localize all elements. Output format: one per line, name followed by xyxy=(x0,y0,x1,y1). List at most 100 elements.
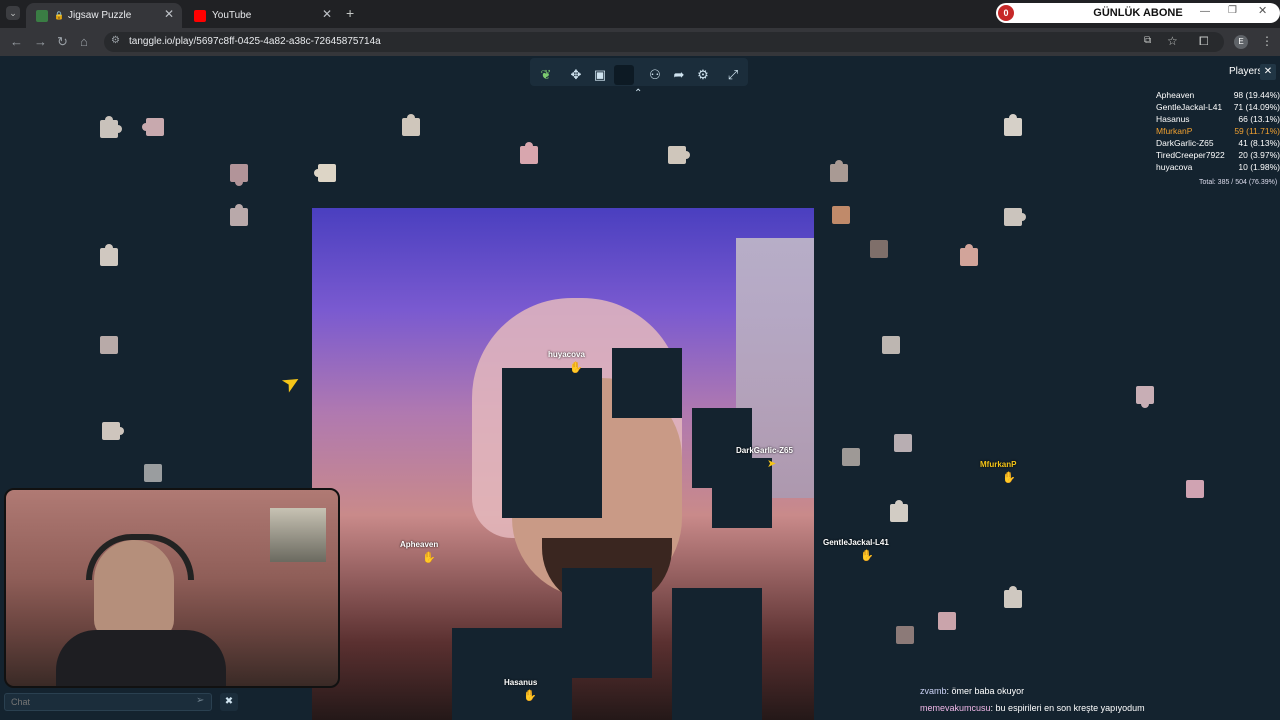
jigsaw-favicon-icon xyxy=(36,9,48,22)
bookmark-star-icon[interactable]: ☆ xyxy=(1167,34,1178,48)
image-icon[interactable]: ▣ xyxy=(590,65,610,85)
close-tab-icon[interactable]: ✕ xyxy=(322,7,332,21)
missing-pieces xyxy=(502,368,602,518)
tab-list-button[interactable]: ⌄ xyxy=(6,6,20,20)
puzzle-board[interactable] xyxy=(312,208,814,720)
puzzle-piece[interactable] xyxy=(314,160,340,186)
puzzle-piece[interactable] xyxy=(826,160,852,186)
puzzle-piece[interactable] xyxy=(398,114,424,140)
share-icon[interactable]: ➦ xyxy=(669,65,689,85)
puzzle-piece[interactable] xyxy=(96,332,122,358)
url-text: tanggle.io/play/5697c8ff-0425-4a82-a38c-… xyxy=(129,36,381,47)
puzzle-piece[interactable] xyxy=(956,244,982,270)
profile-avatar[interactable]: E xyxy=(1234,35,1248,49)
youtube-favicon-icon xyxy=(194,9,206,22)
missing-pieces xyxy=(452,628,572,720)
player-name: MfurkanP xyxy=(1156,126,1193,136)
missing-pieces xyxy=(562,568,652,678)
restore-icon[interactable]: ❐ xyxy=(1228,5,1237,16)
menu-icon[interactable]: ⋮ xyxy=(1261,34,1273,48)
webcam-shirt xyxy=(56,630,226,686)
puzzle-piece[interactable] xyxy=(878,332,904,358)
puzzle-piece[interactable] xyxy=(226,160,252,186)
player-row: GentleJackal-L41 71 (14.09%) xyxy=(1156,102,1280,112)
puzzle-piece[interactable] xyxy=(886,500,912,526)
hand-cursor-icon: ✋ xyxy=(1002,472,1016,484)
subscriber-label: GÜNLÜK ABONE xyxy=(1093,7,1183,19)
puzzle-piece[interactable] xyxy=(664,142,690,168)
tab-youtube[interactable]: YouTube ✕ xyxy=(184,3,340,28)
player-score: 10 (1.98%) xyxy=(1238,162,1280,172)
puzzle-piece[interactable] xyxy=(96,244,122,270)
puzzle-canvas[interactable]: ❦ ✥ ▣ ⚇ ➦ ⚙ ⤢ ⌃ huyacova ✋ DarkGarlic-Z6… xyxy=(0,56,1280,720)
hand-cursor-icon: ✋ xyxy=(860,550,874,562)
player-row: MfurkanP 59 (11.71%) xyxy=(1156,126,1280,136)
address-bar[interactable]: ⚙ tanggle.io/play/5697c8ff-0425-4a82-a38… xyxy=(104,32,1224,52)
chat-bar: ➢ xyxy=(0,688,216,718)
chat-text: ömer baba okuyor xyxy=(951,686,1025,696)
hand-cursor-icon: ✋ xyxy=(523,690,537,702)
puzzle-piece[interactable] xyxy=(890,430,916,456)
missing-pieces xyxy=(612,348,682,418)
puzzle-piece[interactable] xyxy=(226,204,252,230)
puzzle-piece[interactable] xyxy=(934,608,960,634)
home-icon[interactable]: ⌂ xyxy=(80,34,88,49)
player-score: 71 (14.09%) xyxy=(1233,102,1280,112)
player-score: 41 (8.13%) xyxy=(1238,138,1280,148)
player-row: huyacova 10 (1.98%) xyxy=(1156,162,1280,172)
extensions-icon[interactable]: ⧠ xyxy=(1199,34,1209,49)
puzzle-piece[interactable] xyxy=(98,418,124,444)
game-toolbar: ❦ ✥ ▣ ⚇ ➦ ⚙ ⤢ xyxy=(530,58,748,86)
shuffle-icon[interactable]: ✖ xyxy=(220,693,238,711)
player-score: 20 (3.97%) xyxy=(1238,150,1280,160)
player-name: huyacova xyxy=(1156,162,1193,172)
missing-pieces xyxy=(712,458,772,528)
missing-pieces xyxy=(672,588,762,720)
webcam-inset xyxy=(270,508,326,562)
puzzle-piece[interactable] xyxy=(1182,476,1208,502)
puzzle-piece[interactable] xyxy=(828,202,854,228)
install-app-icon[interactable]: ⧉ xyxy=(1144,35,1151,46)
gear-icon[interactable]: ⚙ xyxy=(693,65,713,85)
player-name: Apheaven xyxy=(1156,90,1195,100)
tab-title: YouTube xyxy=(212,10,252,21)
reload-icon[interactable]: ↻ xyxy=(57,34,68,50)
player-row: Apheaven 98 (19.44%) xyxy=(1156,90,1280,100)
player-row: DarkGarlic-Z65 41 (8.13%) xyxy=(1156,138,1280,148)
puzzle-icon[interactable]: ✥ xyxy=(566,65,586,85)
puzzle-piece[interactable] xyxy=(516,142,542,168)
chat-input[interactable] xyxy=(4,693,212,711)
forward-icon[interactable]: → xyxy=(34,34,47,49)
new-tab-button[interactable]: + xyxy=(346,5,354,21)
site-info-icon[interactable]: ⚙ xyxy=(111,35,120,46)
puzzle-piece[interactable] xyxy=(142,114,168,140)
tab-jigsaw-puzzle[interactable]: 🔒 Jigsaw Puzzle ✕ xyxy=(26,3,182,28)
puzzle-piece[interactable] xyxy=(96,116,122,142)
back-icon[interactable]: ← xyxy=(10,34,23,49)
close-tab-icon[interactable]: ✕ xyxy=(164,7,174,21)
player-name: TiredCreeper7922 xyxy=(1156,150,1225,160)
chat-message: zvamb: ömer baba okuyor xyxy=(920,686,1025,696)
puzzle-piece[interactable] xyxy=(140,460,166,486)
fullscreen-icon[interactable]: ⤢ xyxy=(723,65,743,85)
puzzle-piece[interactable] xyxy=(1000,114,1026,140)
tab-title: Jigsaw Puzzle xyxy=(67,10,132,21)
leaf-logo-icon[interactable]: ❦ xyxy=(536,65,556,85)
close-window-icon[interactable]: ✕ xyxy=(1258,4,1267,17)
square-icon[interactable] xyxy=(614,65,634,85)
users-icon[interactable]: ⚇ xyxy=(645,65,665,85)
puzzle-piece[interactable] xyxy=(1132,382,1158,408)
puzzle-piece[interactable] xyxy=(1000,204,1026,230)
player-row: Hasanus 66 (13.1%) xyxy=(1156,114,1280,124)
players-total: Total: 385 / 504 (76.39%) xyxy=(1199,179,1278,186)
chat-message: memevakumcusu: bu espirileri en son kreş… xyxy=(920,703,1145,713)
hand-cursor-icon: ✋ xyxy=(422,552,436,564)
puzzle-piece[interactable] xyxy=(838,444,864,470)
send-icon[interactable]: ➢ xyxy=(196,695,204,706)
close-players-button[interactable]: ✕ xyxy=(1260,64,1276,80)
minimize-icon[interactable]: — xyxy=(1200,6,1210,17)
puzzle-piece[interactable] xyxy=(1000,586,1026,612)
collapse-toolbar-icon[interactable]: ⌃ xyxy=(634,88,642,99)
puzzle-piece[interactable] xyxy=(866,236,892,262)
puzzle-piece[interactable] xyxy=(892,622,918,648)
